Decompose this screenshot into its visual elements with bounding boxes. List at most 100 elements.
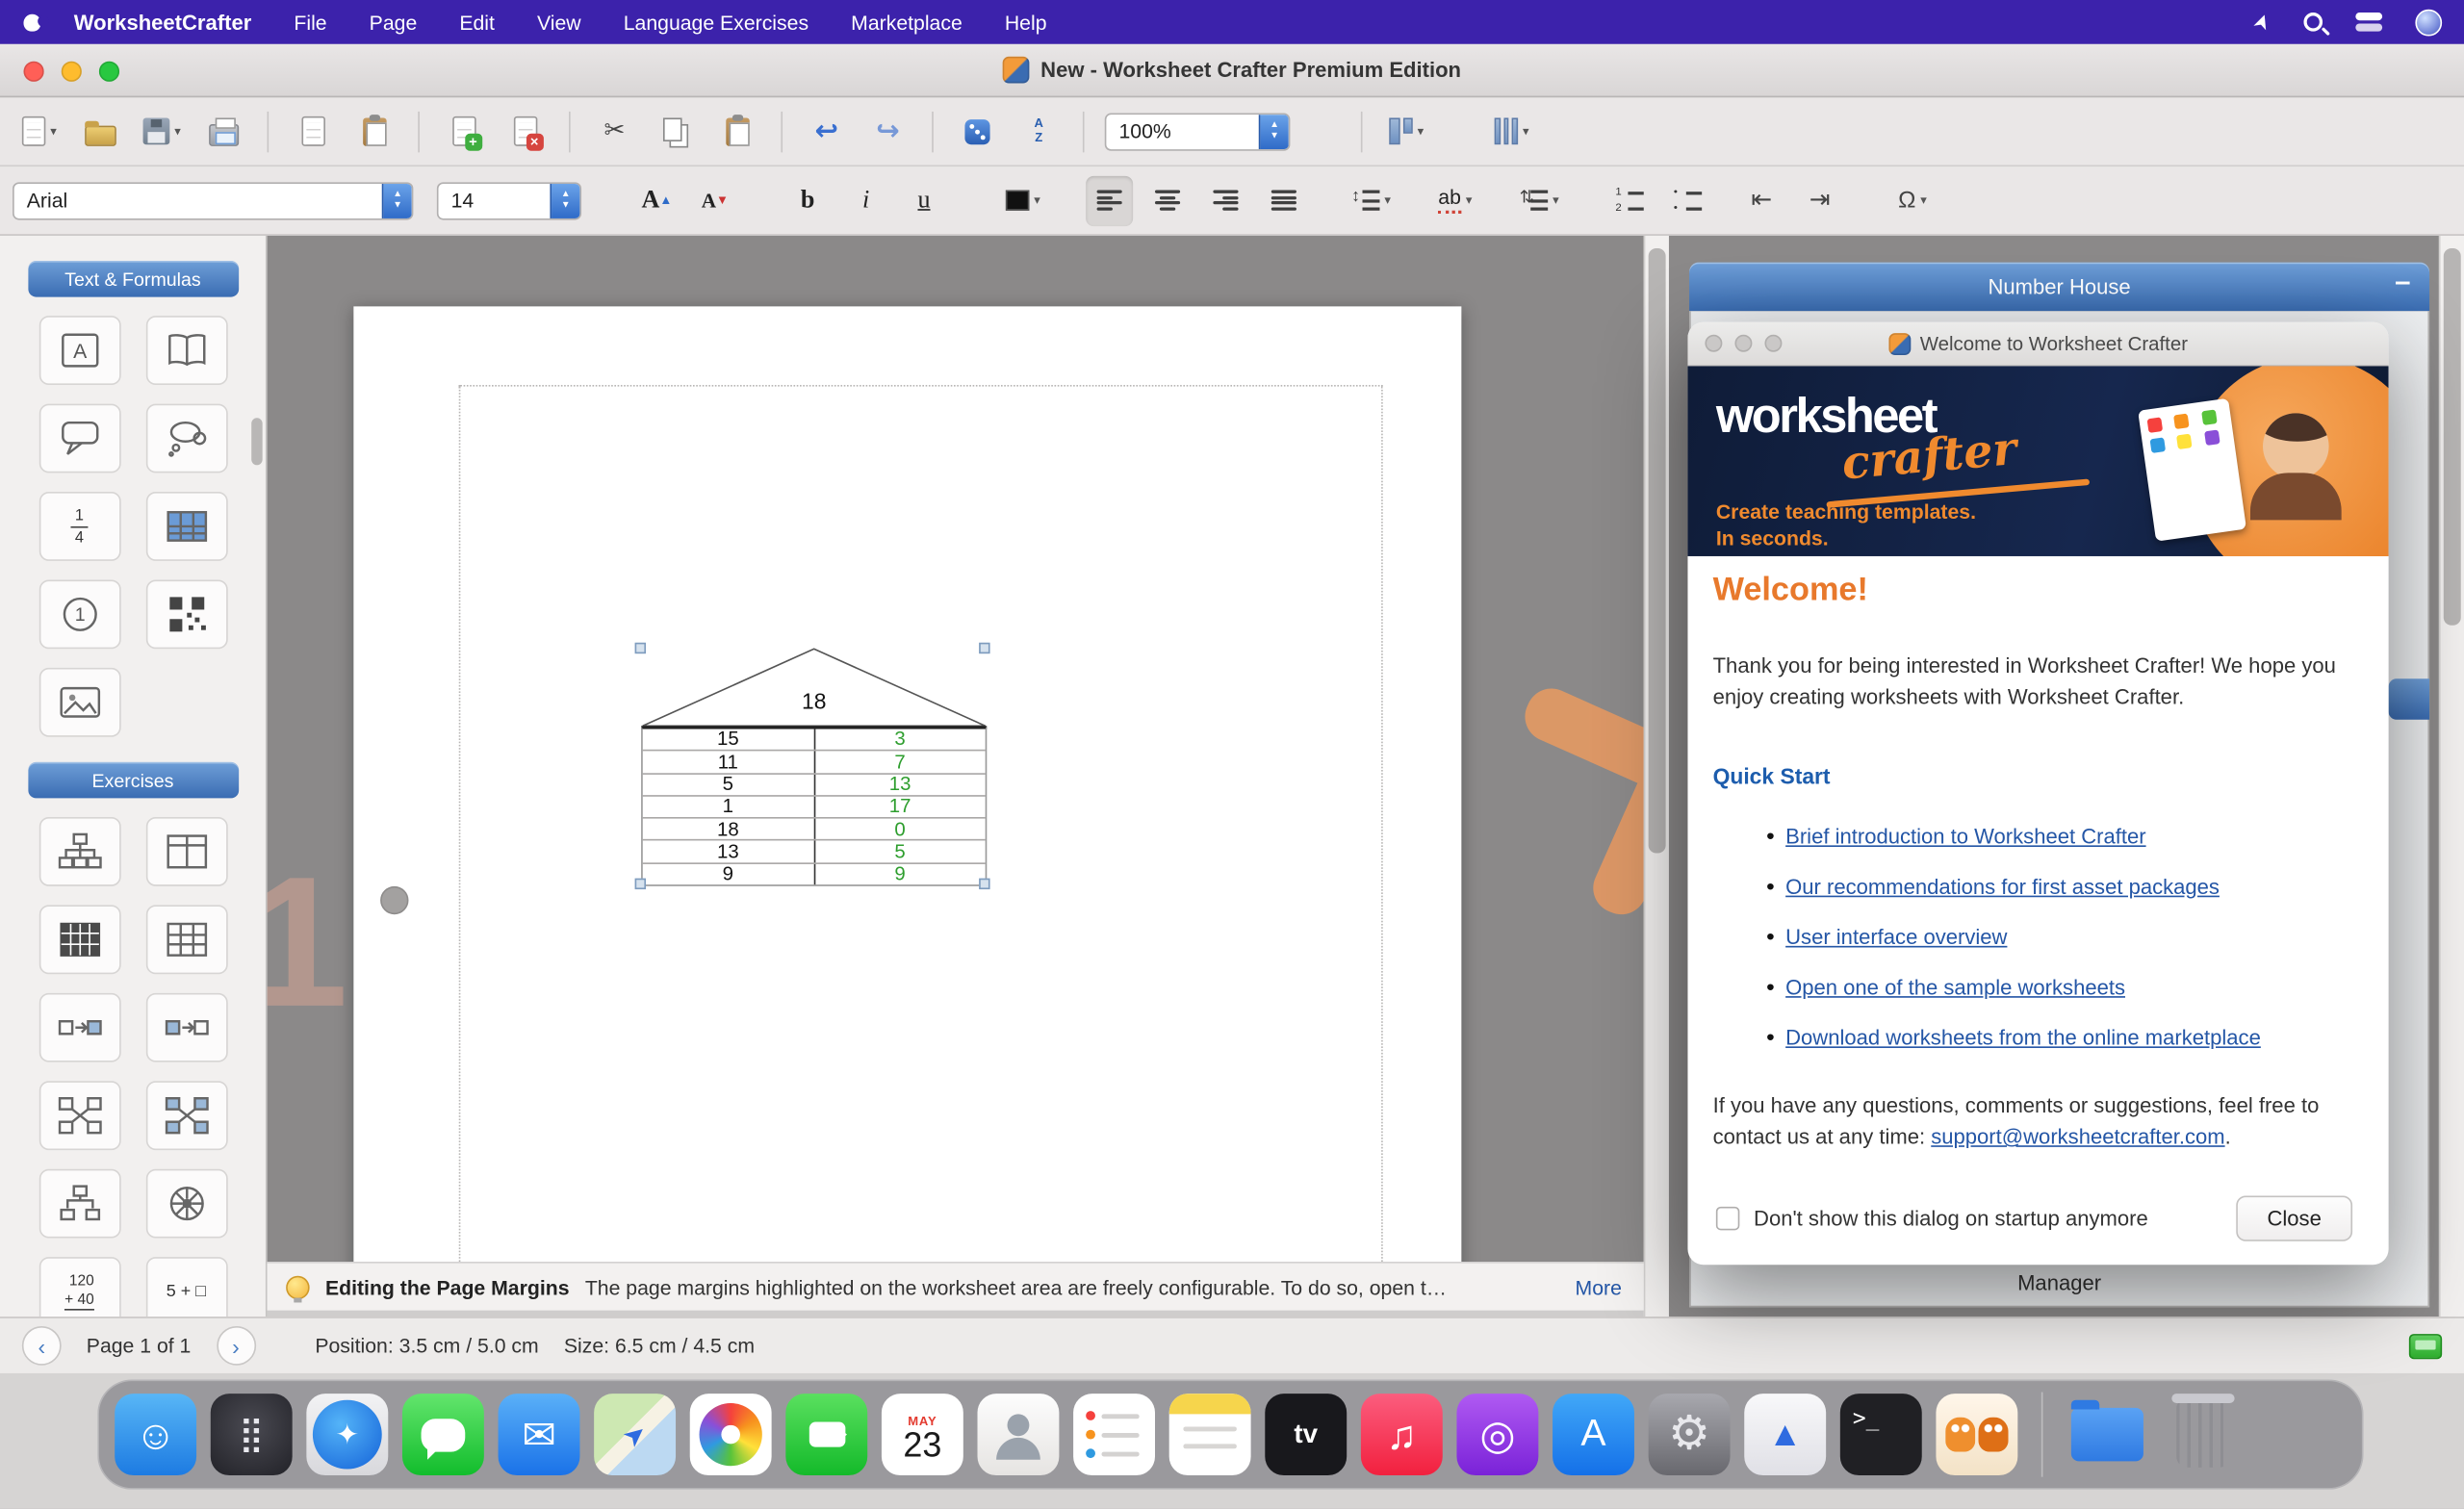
dock-trash-icon[interactable] bbox=[2163, 1394, 2245, 1475]
selection-handle-top-right[interactable] bbox=[979, 642, 990, 654]
numbering-tool[interactable]: 1 bbox=[38, 579, 120, 650]
cross-connect-exercise-tool[interactable] bbox=[38, 1081, 120, 1151]
previous-page-button[interactable]: ‹ bbox=[21, 1325, 62, 1366]
window-close-button[interactable] bbox=[23, 61, 44, 82]
page-setup-button[interactable] bbox=[289, 106, 336, 156]
new-document-button[interactable]: ▾ bbox=[15, 106, 63, 156]
link-recommendations[interactable]: Our recommendations for first asset pack… bbox=[1785, 875, 2220, 898]
dock-contacts-icon[interactable] bbox=[977, 1394, 1060, 1476]
copy-button[interactable] bbox=[653, 106, 700, 156]
spellcheck-button[interactable]: ab ▾ bbox=[1431, 175, 1478, 225]
dock-maps-icon[interactable]: ➤ bbox=[594, 1394, 677, 1476]
indent-button[interactable]: ⇥ bbox=[1796, 175, 1843, 225]
redo-button[interactable]: ↪ bbox=[864, 106, 911, 156]
dock-photos-icon[interactable] bbox=[689, 1394, 772, 1476]
add-page-button[interactable]: + bbox=[440, 106, 487, 156]
dock-settings-icon[interactable]: ⚙ bbox=[1648, 1394, 1731, 1476]
qr-code-tool[interactable] bbox=[145, 579, 227, 650]
randomize-button[interactable] bbox=[954, 106, 1001, 156]
menu-edit[interactable]: Edit bbox=[459, 11, 495, 34]
screen-share-icon[interactable] bbox=[2408, 1333, 2443, 1359]
dock-facetime-icon[interactable] bbox=[785, 1394, 868, 1476]
paragraph-spacing-button[interactable]: ⇅ ▾ bbox=[1515, 175, 1564, 225]
dock-podcasts-icon[interactable]: ◎ bbox=[1456, 1394, 1539, 1476]
link-sample-worksheets[interactable]: Open one of the sample worksheets bbox=[1785, 975, 2125, 998]
selection-handle-top-left[interactable] bbox=[634, 642, 647, 654]
menu-language-exercises[interactable]: Language Exercises bbox=[624, 11, 808, 34]
tip-more-link[interactable]: More bbox=[1576, 1275, 1622, 1298]
print-button[interactable] bbox=[199, 106, 246, 156]
number-house-panel-header[interactable]: Number House – bbox=[1689, 262, 2430, 312]
menu-marketplace[interactable]: Marketplace bbox=[851, 11, 962, 34]
delete-page-button[interactable]: × bbox=[501, 106, 549, 156]
panel-scrollbar[interactable] bbox=[2438, 235, 2464, 1317]
align-center-button[interactable] bbox=[1144, 175, 1192, 225]
sort-az-button[interactable]: AZ bbox=[1015, 106, 1063, 156]
fraction-tool[interactable]: 14 bbox=[38, 492, 120, 561]
dock-appletv-icon[interactable]: tv bbox=[1265, 1394, 1348, 1476]
link-marketplace-download[interactable]: Download worksheets from the online mark… bbox=[1785, 1025, 2261, 1048]
bullet-list-button[interactable]: • • bbox=[1664, 175, 1711, 225]
branch-exercise-tool[interactable] bbox=[38, 1168, 120, 1239]
panel-scrollbar-thumb[interactable] bbox=[2443, 247, 2461, 626]
dock-graphics-app-icon[interactable]: ▲ bbox=[1744, 1394, 1827, 1476]
grid-exercise-tool[interactable] bbox=[145, 905, 227, 975]
number-house-object[interactable]: 18 15 3 11 7 5 13 1 17 18 0 13 5 99 bbox=[634, 642, 990, 890]
menu-view[interactable]: View bbox=[537, 11, 581, 34]
panel-minimize-button[interactable]: – bbox=[2395, 266, 2410, 298]
cut-button[interactable]: ✂ bbox=[591, 106, 638, 156]
dock-messages-icon[interactable] bbox=[401, 1394, 484, 1476]
canvas-scrollbar-thumb[interactable] bbox=[1648, 247, 1666, 854]
material-manager-tab[interactable] bbox=[2388, 678, 2430, 720]
menu-page[interactable]: Page bbox=[370, 11, 418, 34]
font-size-value[interactable]: 14 bbox=[439, 189, 551, 212]
selection-handle-bottom-left[interactable] bbox=[634, 878, 647, 890]
underline-button[interactable]: u bbox=[901, 175, 948, 225]
section-exercises[interactable]: Exercises bbox=[27, 761, 239, 799]
dense-grid-exercise-tool[interactable] bbox=[38, 905, 120, 975]
line-spacing-button[interactable]: ↕ ▾ bbox=[1347, 175, 1396, 225]
ruler-columns-button[interactable]: ▾ bbox=[1383, 106, 1430, 156]
dock-calendar-icon[interactable]: MAY 23 bbox=[881, 1394, 963, 1476]
written-addition-tool[interactable]: 120 + 40 bbox=[38, 1257, 120, 1317]
location-arrow-icon[interactable]: ➤ bbox=[2247, 10, 2277, 35]
search-icon[interactable] bbox=[2303, 13, 2323, 32]
dock-terminal-icon[interactable]: >_ bbox=[1839, 1394, 1922, 1476]
decrease-font-button[interactable]: A ▼ bbox=[691, 175, 738, 225]
dock-notes-icon[interactable] bbox=[1168, 1394, 1251, 1476]
support-email-link[interactable]: support@worksheetcrafter.com bbox=[1931, 1125, 2224, 1148]
image-tool[interactable] bbox=[38, 667, 120, 737]
selection-handle-bottom-right[interactable] bbox=[979, 878, 990, 890]
font-size-stepper[interactable]: ▲ ▼ bbox=[550, 183, 580, 218]
dock-launchpad-icon[interactable]: ⣿ bbox=[210, 1394, 293, 1476]
wheel-exercise-tool[interactable] bbox=[145, 1168, 227, 1239]
font-color-button[interactable]: ▾ bbox=[999, 175, 1046, 225]
font-family-value[interactable]: Arial bbox=[14, 189, 382, 212]
sequence-exercise-tool[interactable] bbox=[38, 992, 120, 1062]
app-menu-name[interactable]: WorksheetCrafter bbox=[74, 11, 252, 34]
dock-safari-icon[interactable]: ✦ bbox=[306, 1394, 389, 1476]
dock-worksheetcrafter-icon[interactable] bbox=[1936, 1394, 2018, 1476]
speech-bubble-tool[interactable] bbox=[38, 403, 120, 473]
dock-downloads-icon[interactable] bbox=[2066, 1394, 2148, 1475]
user-menu-icon[interactable] bbox=[2415, 8, 2443, 36]
structure-exercise-tool[interactable] bbox=[38, 816, 120, 886]
reading-text-tool[interactable] bbox=[145, 316, 227, 385]
anchor-handle[interactable] bbox=[380, 885, 409, 915]
menu-file[interactable]: File bbox=[294, 11, 326, 34]
table-columns-button[interactable]: ▾ bbox=[1488, 106, 1535, 156]
special-character-button[interactable]: Ω ▾ bbox=[1888, 175, 1936, 225]
menu-help[interactable]: Help bbox=[1005, 11, 1047, 34]
align-right-button[interactable] bbox=[1202, 175, 1249, 225]
increase-font-button[interactable]: A ▲ bbox=[633, 175, 680, 225]
cross-connect-filled-exercise-tool[interactable] bbox=[145, 1081, 227, 1151]
worksheet-pad-button[interactable] bbox=[350, 106, 398, 156]
worksheet-canvas[interactable]: 10 18 153 117 513 117 180 135 99 bbox=[267, 235, 1644, 1263]
zoom-value[interactable]: 100% bbox=[1106, 119, 1258, 142]
window-zoom-button[interactable] bbox=[98, 61, 120, 82]
next-page-button[interactable]: › bbox=[216, 1325, 256, 1366]
sequence-exercise-2-tool[interactable] bbox=[145, 992, 227, 1062]
font-family-combobox[interactable]: Arial ▲ ▼ bbox=[13, 181, 414, 219]
canvas-scrollbar[interactable] bbox=[1643, 235, 1669, 1317]
italic-button[interactable]: i bbox=[842, 175, 889, 225]
